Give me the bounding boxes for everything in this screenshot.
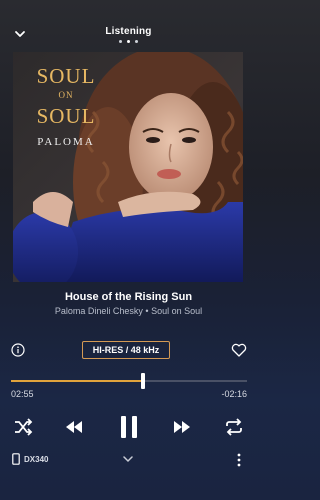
heart-icon[interactable] (231, 343, 247, 357)
shuffle-icon[interactable] (11, 415, 35, 439)
pause-icon[interactable] (116, 413, 142, 441)
track-subtitle[interactable]: Paloma Dineli Chesky • Soul on Soul (0, 306, 257, 316)
album-title-line2: ON (58, 90, 74, 100)
repeat-icon[interactable] (222, 415, 246, 439)
previous-icon[interactable] (62, 415, 86, 439)
audio-quality-badge[interactable]: HI-RES / 48 kHz (82, 341, 170, 359)
remaining-time: -02:16 (221, 389, 247, 399)
album-title-line3: SOUL (36, 104, 96, 128)
album-artist: PALOMA (37, 136, 95, 148)
page-indicator (0, 40, 257, 43)
output-device-label[interactable]: DX340 (24, 455, 48, 464)
page-dot[interactable] (135, 40, 138, 43)
more-vertical-icon[interactable] (236, 452, 242, 468)
next-icon[interactable] (170, 415, 194, 439)
album-title-line1: SOUL (36, 64, 96, 88)
seek-bar-handle[interactable] (141, 373, 145, 389)
album-art: SOUL ON SOUL PALOMA (13, 52, 243, 282)
info-icon[interactable] (11, 343, 25, 357)
page-title: Listening (105, 26, 152, 37)
seek-bar-fill (11, 380, 143, 382)
chevron-down-icon[interactable] (122, 454, 134, 464)
elapsed-time: 02:55 (11, 389, 34, 399)
phone-icon[interactable] (12, 453, 20, 465)
track-title: House of the Rising Sun (64, 291, 193, 303)
page-dot-active[interactable] (127, 40, 130, 43)
page-dot[interactable] (119, 40, 122, 43)
